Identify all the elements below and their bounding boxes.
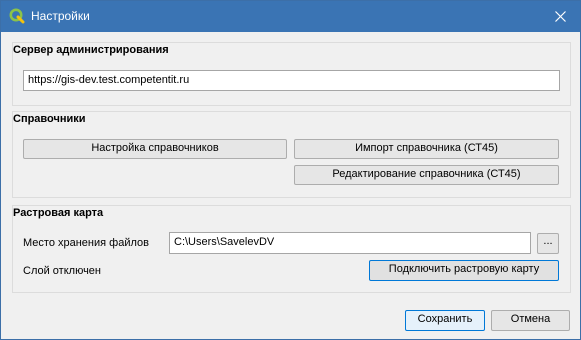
reference-settings-button[interactable]: Настройка справочников — [23, 139, 287, 159]
save-button[interactable]: Сохранить — [405, 310, 485, 331]
close-icon — [554, 11, 566, 22]
browse-button[interactable]: ... — [537, 233, 559, 254]
admin-server-title: Сервер администрирования — [13, 44, 169, 56]
cancel-button[interactable]: Отмена — [491, 310, 570, 331]
close-button[interactable] — [540, 1, 580, 32]
raster-map-title: Растровая карта — [13, 207, 104, 219]
qgis-icon — [9, 8, 25, 24]
settings-dialog: Настройки Сервер администрирования https… — [0, 0, 581, 340]
layer-status-label: Слой отключен — [23, 265, 102, 277]
server-url-input[interactable]: https://gis-dev.test.competentit.ru — [23, 70, 560, 91]
import-reference-button[interactable]: Импорт справочника (СТ45) — [294, 139, 559, 159]
storage-location-label: Место хранения файлов — [23, 237, 149, 249]
title-bar[interactable]: Настройки — [1, 1, 580, 32]
window-title: Настройки — [31, 9, 90, 23]
storage-path-input[interactable]: C:\Users\SavelevDV — [169, 232, 531, 254]
edit-reference-button[interactable]: Редактирование справочника (СТ45) — [294, 165, 559, 185]
references-title: Справочники — [13, 113, 86, 125]
connect-raster-button[interactable]: Подключить растровую карту — [369, 260, 559, 281]
